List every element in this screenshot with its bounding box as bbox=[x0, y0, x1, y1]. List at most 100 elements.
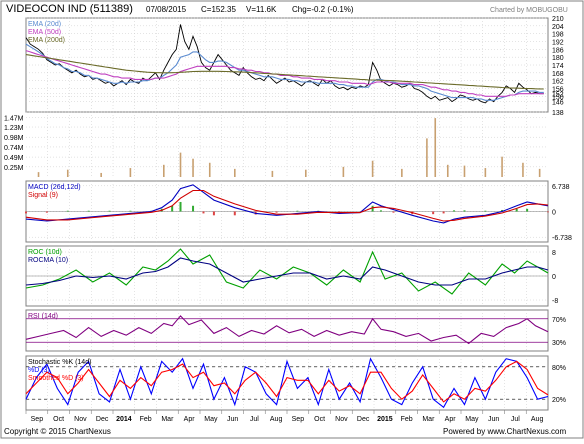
x-axis-month-label: Mar bbox=[161, 416, 174, 423]
volume-bar bbox=[463, 165, 466, 177]
volume-bar bbox=[426, 138, 428, 177]
roc-ytick-label: -8 bbox=[552, 298, 558, 305]
volume-bar bbox=[371, 160, 374, 177]
volume-bar bbox=[271, 170, 274, 177]
macd-histogram-bar bbox=[392, 211, 395, 213]
volume-ytick-label: 0.74M bbox=[4, 145, 24, 152]
stochastic-legend-entry: Stochastic %K (14d) bbox=[28, 359, 91, 366]
macd-legend-entry: Signal (9) bbox=[28, 192, 58, 199]
x-axis-month-label: Apr bbox=[184, 416, 196, 423]
volume-ytick-label: 1.47M bbox=[4, 115, 24, 122]
macd-histogram-bar bbox=[66, 210, 69, 212]
x-axis-month-label: Oct bbox=[53, 416, 64, 423]
x-axis-month-label: Nov bbox=[335, 416, 348, 423]
price-ytick-label: 138 bbox=[552, 110, 564, 117]
stochastic-ytick-label: 20% bbox=[552, 397, 566, 404]
x-axis-month-label: Jun bbox=[227, 416, 238, 423]
volume-bar bbox=[192, 158, 194, 177]
macd-histogram-bar bbox=[453, 210, 456, 212]
volume-bar bbox=[37, 172, 40, 177]
x-axis-month-label: Apr bbox=[445, 416, 457, 423]
price-legend-entry: EMA (200d) bbox=[28, 37, 65, 44]
macd-histogram-bar bbox=[463, 210, 466, 212]
macd-histogram-bar bbox=[484, 210, 487, 212]
macd-histogram-bar bbox=[371, 205, 374, 212]
stochastic-legend-entry: Smoothed %D (3) bbox=[28, 375, 84, 382]
rsi-legend-entry: RSI (14d) bbox=[28, 313, 58, 320]
x-axis-month-label: May bbox=[204, 416, 218, 423]
powered-by-text: Powered by www.ChartNexus.com bbox=[443, 427, 566, 436]
price-ytick-label: 180 bbox=[552, 55, 564, 62]
x-axis-month-label: Nov bbox=[74, 416, 87, 423]
x-axis-month-label: Jun bbox=[488, 416, 499, 423]
x-axis-month-label: 2015 bbox=[377, 416, 393, 423]
x-axis-month-label: Feb bbox=[401, 416, 413, 423]
volume-bar bbox=[501, 156, 503, 177]
volume-bar bbox=[100, 172, 102, 177]
volume-bar bbox=[401, 168, 403, 177]
roc-ytick-label: 0 bbox=[552, 274, 556, 281]
volume-bar bbox=[234, 168, 236, 177]
technical-chart: VIDEOCON IND (511389) 07/08/2015 C=152.3… bbox=[0, 0, 584, 439]
volume-bar bbox=[66, 169, 69, 177]
price-ytick-label: 186 bbox=[552, 47, 564, 54]
roc-ytick-label: 8 bbox=[552, 250, 556, 257]
macd-legend-entry: MACD (26d,12d) bbox=[28, 184, 81, 191]
roc-legend-entry: ROC (10d) bbox=[28, 249, 62, 256]
price-ytick-label: 204 bbox=[552, 24, 564, 31]
macd-histogram-bar bbox=[275, 211, 278, 213]
macd-histogram-bar bbox=[547, 211, 549, 213]
x-axis-month-label: Feb bbox=[140, 416, 152, 423]
roc-legend-entry: ROCMA (10) bbox=[28, 257, 68, 264]
chart-credit: Charted by MOBUGOBU bbox=[490, 7, 568, 14]
price-legend-entry: EMA (20d) bbox=[28, 21, 61, 28]
price-ytick-label: 198 bbox=[552, 32, 564, 39]
x-axis-month-label: Aug bbox=[531, 416, 544, 423]
macd-histogram-bar bbox=[25, 211, 27, 214]
macd-ytick-label: -6.738 bbox=[552, 235, 572, 242]
volume-value: V=11.6K bbox=[246, 5, 277, 14]
price-ytick-label: 162 bbox=[552, 79, 564, 86]
macd-histogram-bar bbox=[233, 211, 236, 216]
x-axis-month-label: May bbox=[465, 416, 479, 423]
price-ytick-label: 210 bbox=[552, 16, 564, 23]
x-axis-month-label: Sep bbox=[31, 416, 44, 423]
volume-bar bbox=[522, 162, 524, 177]
volume-ytick-label: 0.98M bbox=[4, 135, 24, 142]
volume-bar bbox=[304, 169, 307, 177]
chart-title: VIDEOCON IND (511389) bbox=[6, 3, 133, 15]
volume-bar bbox=[163, 164, 165, 177]
x-axis-month-label: Dec bbox=[357, 416, 370, 423]
price-ytick-label: 192 bbox=[552, 40, 564, 47]
macd-histogram-bar bbox=[192, 205, 195, 212]
x-axis-month-label: Dec bbox=[96, 416, 109, 423]
volume-bar bbox=[484, 168, 487, 177]
close-price: C=152.35 bbox=[201, 5, 236, 14]
volume-bar bbox=[434, 118, 437, 177]
chart-date: 07/08/2015 bbox=[146, 5, 187, 14]
x-axis-month-label: Mar bbox=[422, 416, 435, 423]
volume-bar bbox=[208, 162, 211, 177]
rsi-ytick-label: 70% bbox=[552, 317, 566, 324]
stochastic-legend-entry: %D (3) bbox=[28, 367, 50, 374]
price-ytick-label: 168 bbox=[552, 71, 564, 78]
macd-ytick-label: 0 bbox=[552, 210, 556, 217]
macd-histogram-bar bbox=[432, 211, 435, 215]
volume-ytick-label: 0.49M bbox=[4, 155, 24, 162]
macd-histogram-bar bbox=[87, 210, 90, 212]
macd-histogram-bar bbox=[212, 211, 215, 216]
macd-histogram-bar bbox=[515, 208, 518, 212]
rsi-ytick-label: 30% bbox=[552, 340, 566, 347]
x-axis-month-label: Aug bbox=[270, 416, 283, 423]
macd-histogram-bar bbox=[296, 210, 299, 212]
copyright-text: Copyright © 2015 ChartNexus bbox=[4, 427, 111, 436]
price-legend-entry: EMA (50d) bbox=[28, 29, 61, 36]
volume-ytick-label: 1.23M bbox=[4, 125, 24, 132]
volume-ytick-label: 0.25M bbox=[4, 165, 24, 172]
x-axis-month-label: Oct bbox=[314, 416, 325, 423]
x-axis-month-label: Jul bbox=[250, 416, 259, 423]
volume-bar bbox=[538, 168, 541, 177]
macd-histogram-bar bbox=[202, 211, 205, 214]
macd-histogram-bar bbox=[108, 210, 111, 212]
chart-window: VIDEOCON IND (511389) 07/08/2015 C=152.3… bbox=[0, 0, 584, 439]
